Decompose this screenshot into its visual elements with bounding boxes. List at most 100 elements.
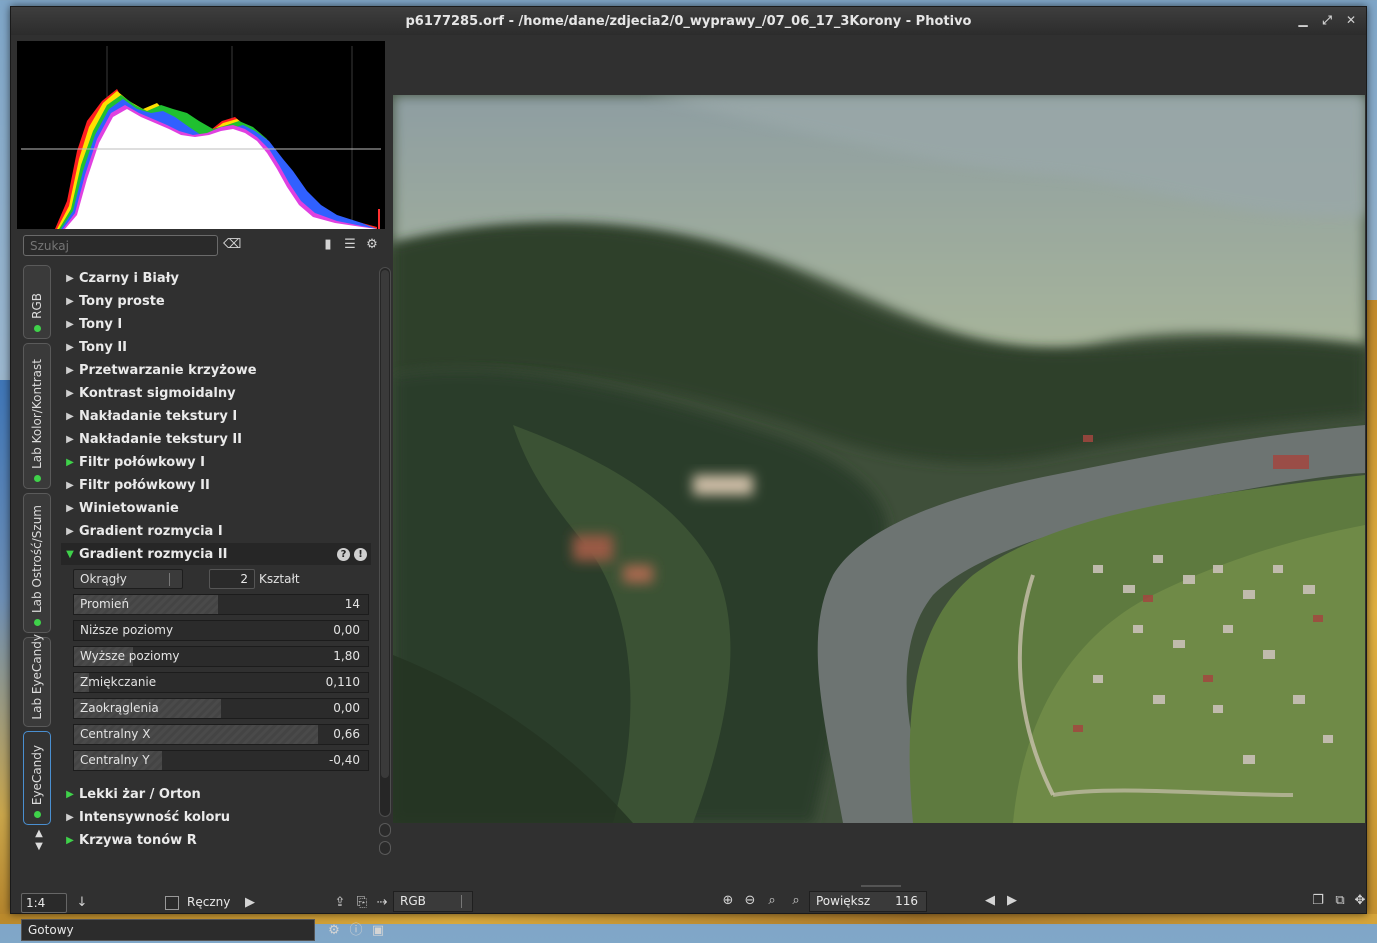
filter-label: Tony II xyxy=(79,339,128,355)
slider-label: Wyższe poziomy xyxy=(80,649,180,663)
filter-header[interactable]: ▶ Tony proste xyxy=(61,290,371,312)
photivo-window: p6177285.orf - /home/dane/zdjecia2/0_wyp… xyxy=(10,6,1367,941)
zoom-out-icon[interactable]: ⊖ xyxy=(741,891,759,911)
filter-label: Nakładanie tekstury II xyxy=(79,431,242,447)
info-icon[interactable]: ⓘ xyxy=(347,921,365,941)
tab-scroll-arrows[interactable]: ▲ ▼ xyxy=(29,827,49,853)
filter-header[interactable]: ▶ Filtr połówkowy I xyxy=(61,451,371,473)
fullscreen-icon[interactable]: ▣ xyxy=(369,921,387,941)
roundness-slider[interactable]: Zaokrąglenia 0,00 xyxy=(73,698,369,719)
close-icon[interactable]: ✕ xyxy=(1344,13,1358,27)
scrollbar-thumb[interactable] xyxy=(381,270,389,778)
filter-scrollbar[interactable] xyxy=(379,267,391,817)
filter-label: Kontrast sigmoidalny xyxy=(79,385,236,401)
next-image-icon[interactable]: ▶ xyxy=(1003,891,1021,911)
filter-label: Gradient rozmycia II xyxy=(79,546,228,562)
preview-scale-select[interactable]: 1:4 xyxy=(21,893,67,913)
settings-gear-icon[interactable]: ⚙ xyxy=(325,921,343,941)
previous-image-icon[interactable]: ◀ xyxy=(981,891,999,911)
zoom-label: Powiększ xyxy=(816,894,871,908)
navigate-icon[interactable]: ✥ xyxy=(1351,891,1369,911)
image-viewport[interactable] xyxy=(393,95,1365,823)
scroll-button-down[interactable] xyxy=(379,841,391,855)
filter-header[interactable]: ▶ Kontrast sigmoidalny xyxy=(61,382,371,404)
filter-header[interactable]: ▶ Winietowanie xyxy=(61,497,371,519)
filter-header[interactable]: ▶ Lekki żar / Orton xyxy=(61,783,371,805)
expand-triangle-icon: ▶ xyxy=(66,341,74,353)
filter-header[interactable]: ▶ Krzywa tonów R xyxy=(61,829,371,851)
maximize-icon[interactable]: ⤢ xyxy=(1320,13,1334,27)
info-icon[interactable]: ! xyxy=(354,547,367,561)
upper-levels-slider[interactable]: Wyższe poziomy 1,80 xyxy=(73,646,369,667)
title-bar[interactable]: p6177285.orf - /home/dane/zdjecia2/0_wyp… xyxy=(11,7,1366,35)
zoom-in-icon[interactable]: ⊕ xyxy=(719,891,737,911)
tab-label: Lab EyeCandy xyxy=(30,634,44,720)
tab-rgb[interactable]: RGB xyxy=(23,265,51,339)
filter-label: Lekki żar / Orton xyxy=(79,786,201,802)
expand-triangle-icon: ▶ xyxy=(66,502,74,514)
softness-slider[interactable]: Zmiękczanie 0,110 xyxy=(73,672,369,693)
search-input[interactable] xyxy=(23,235,218,256)
window-title: p6177285.orf - /home/dane/zdjecia2/0_wyp… xyxy=(405,13,972,29)
slider-label: Centralny X xyxy=(80,727,151,741)
filter-header[interactable]: ▶ Gradient rozmycia I xyxy=(61,520,371,542)
channel-select[interactable]: RGB xyxy=(393,891,473,912)
photo-preview xyxy=(393,95,1365,823)
filter-header[interactable]: ▶ Nakładanie tekstury I xyxy=(61,405,371,427)
tab-eyecandy[interactable]: EyeCandy xyxy=(23,731,51,825)
minimize-icon[interactable]: ▁ xyxy=(1296,13,1310,27)
zoom-value: 116 xyxy=(895,894,918,908)
tab-label: Lab Kolor/Kontrast xyxy=(30,359,44,469)
clear-search-icon[interactable]: ⌫ xyxy=(223,235,241,255)
expand-triangle-icon: ▶ xyxy=(66,479,74,491)
filter-label: Filtr połówkowy I xyxy=(79,454,206,470)
filter-header[interactable]: ▶ Czarny i Biały xyxy=(61,267,371,289)
arrow-down-icon[interactable]: ↓ xyxy=(73,893,91,913)
shape-spinbox[interactable]: 2 xyxy=(209,569,255,589)
more-icon[interactable]: ⇢ xyxy=(373,893,391,913)
zoom-100-icon[interactable]: ⌕ xyxy=(787,891,805,911)
bookmark-icon[interactable]: ▮ xyxy=(319,235,337,255)
slider-value: -0,40 xyxy=(328,753,360,767)
shape-select[interactable]: Okrągły xyxy=(73,569,183,589)
filter-label: Nakładanie tekstury I xyxy=(79,408,238,424)
menu-icon[interactable]: ☰ xyxy=(341,235,359,255)
zoom-field[interactable]: Powiększ 116 xyxy=(809,891,927,912)
compare-icon[interactable]: ⧉ xyxy=(1331,891,1349,911)
tab-lab-sharpness-noise[interactable]: Lab Ostrość/Szum xyxy=(23,493,51,633)
expand-triangle-icon: ▶ xyxy=(66,433,74,445)
scrollbar-buttons[interactable] xyxy=(379,823,391,857)
tab-label: RGB xyxy=(30,293,44,319)
chevron-down-icon[interactable]: ▼ xyxy=(29,840,49,853)
manual-checkbox[interactable] xyxy=(165,896,179,910)
copy-icon[interactable]: ❐ xyxy=(1309,891,1327,911)
filter-header-open[interactable]: ▼ Gradient rozmycia II ? ! xyxy=(61,543,371,565)
tab-lab-color-contrast[interactable]: Lab Kolor/Kontrast xyxy=(23,343,51,489)
filter-header[interactable]: ▶ Przetwarzanie krzyżowe xyxy=(61,359,371,381)
view-toolbar: RGB ⊕ ⊖ ⌕ ⌕ Powiększ 116 ◀ ▶ ❐ ⧉ ✥ xyxy=(393,889,1365,913)
filter-header[interactable]: ▶ Tony I xyxy=(61,313,371,335)
chevron-up-icon[interactable]: ▲ xyxy=(29,827,49,840)
filter-header[interactable]: ▶ Nakładanie tekstury II xyxy=(61,428,371,450)
filter-header[interactable]: ▶ Intensywność koloru xyxy=(61,806,371,828)
filter-label: Tony I xyxy=(79,316,123,332)
filter-header[interactable]: ▶ Filtr połówkowy II xyxy=(61,474,371,496)
play-icon[interactable]: ▶ xyxy=(241,893,259,913)
slider-value: 0,110 xyxy=(325,675,360,689)
lower-levels-slider[interactable]: Niższe poziomy 0,00 xyxy=(73,620,369,641)
settings-gear-icon[interactable]: ⚙ xyxy=(363,235,381,255)
zoom-fit-icon[interactable]: ⌕ xyxy=(763,891,781,911)
help-icon[interactable]: ? xyxy=(337,547,350,561)
center-y-slider[interactable]: Centralny Y -0,40 xyxy=(73,750,369,771)
filter-header[interactable]: ▶ Tony II xyxy=(61,336,371,358)
center-x-slider[interactable]: Centralny X 0,66 xyxy=(73,724,369,745)
expand-triangle-icon: ▶ xyxy=(66,525,74,537)
slider-label: Zmiękczanie xyxy=(80,675,157,689)
expand-triangle-active-icon: ▶ xyxy=(66,788,74,800)
vertical-tab-bar: RGB Lab Kolor/Kontrast Lab Ostrość/Szum … xyxy=(23,265,53,825)
export-icon[interactable]: ⇪ xyxy=(331,893,349,913)
save-icon[interactable]: ⎘ xyxy=(353,893,371,913)
scroll-button-up[interactable] xyxy=(379,823,391,837)
radius-slider[interactable]: Promień 14 xyxy=(73,594,369,615)
tab-lab-eyecandy[interactable]: Lab EyeCandy xyxy=(23,634,51,727)
